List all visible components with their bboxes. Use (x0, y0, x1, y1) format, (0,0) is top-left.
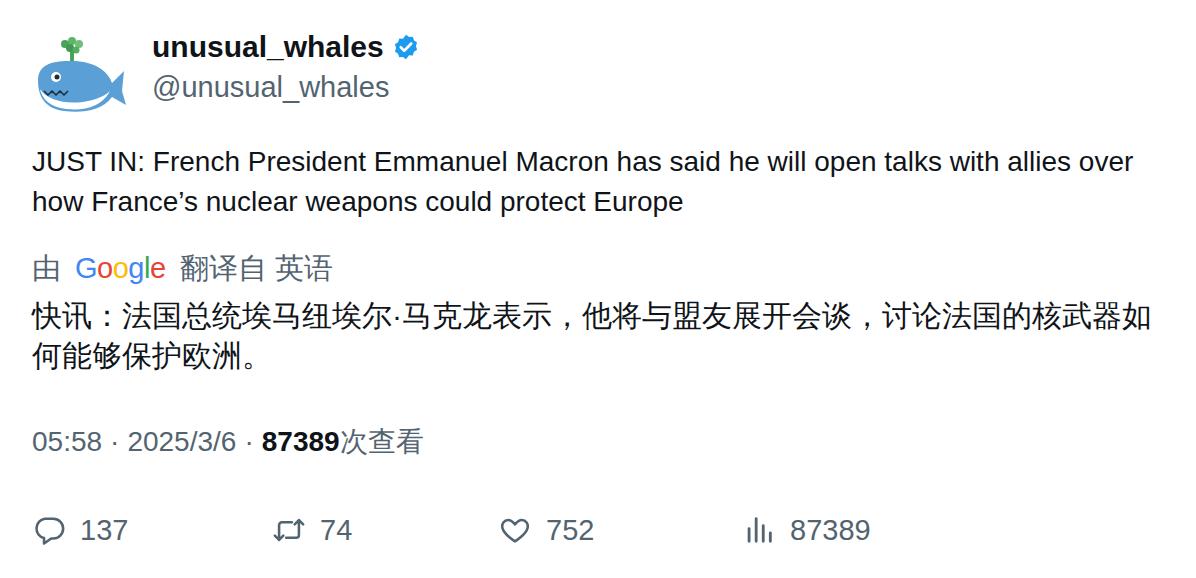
retweet-button[interactable]: 74 (272, 510, 498, 550)
views-label: 次查看 (340, 426, 424, 457)
tweet-views: 87389次查看 (262, 422, 424, 462)
action-count: 74 (320, 510, 352, 550)
translation-prefix: 由 (32, 248, 61, 288)
author-handle[interactable]: @unusual_whales (152, 69, 420, 105)
retweet-arrows-icon (272, 513, 306, 547)
tweet-header: unusual_whales @unusual_whales (32, 22, 1164, 126)
tweet-time[interactable]: 05:58 (32, 422, 102, 462)
like-button[interactable]: 752 (498, 510, 742, 550)
whale-avatar-icon[interactable] (32, 31, 128, 117)
google-letter: e (150, 252, 166, 284)
action-count: 137 (80, 510, 128, 550)
google-logo: Google (75, 248, 166, 288)
google-letter: o (97, 252, 113, 284)
reply-button[interactable]: 137 (32, 510, 272, 550)
google-letter: l (144, 252, 150, 284)
heart-icon (498, 513, 532, 547)
bar-chart-icon (742, 513, 776, 547)
tweet-card: unusual_whales @unusual_whales JUST IN: Fr… (0, 0, 1196, 578)
tweet-meta: 05:58·2025/3/6·87389次查看 (32, 422, 1164, 462)
author-name-row[interactable]: unusual_whales (152, 29, 420, 65)
meta-separator: · (110, 422, 119, 462)
action-bar: 137 74 752 87389 (32, 510, 1164, 550)
author-name[interactable]: unusual_whales (152, 29, 384, 65)
author-names: unusual_whales @unusual_whales (152, 29, 420, 105)
translation-suffix: 翻译自 英语 (180, 248, 333, 288)
tweet-text: JUST IN: French President Emmanuel Macro… (32, 142, 1164, 222)
tweet-date[interactable]: 2025/3/6 (127, 422, 236, 462)
translated-text: 快讯：法国总统埃马纽埃尔·马克龙表示，他将与盟友展开会谈，讨论法国的核武器如何能… (32, 296, 1164, 376)
google-letter: G (75, 252, 97, 284)
action-count: 87389 (790, 510, 871, 550)
meta-separator: · (244, 422, 253, 462)
views-button[interactable]: 87389 (742, 510, 1164, 550)
speech-bubble-icon (32, 513, 66, 547)
google-letter: o (113, 252, 129, 284)
views-count: 87389 (262, 426, 340, 457)
google-letter: g (128, 252, 144, 284)
translation-label: 由Google翻译自 英语 (32, 248, 1164, 288)
action-count: 752 (546, 510, 594, 550)
verified-badge-icon (392, 33, 420, 61)
